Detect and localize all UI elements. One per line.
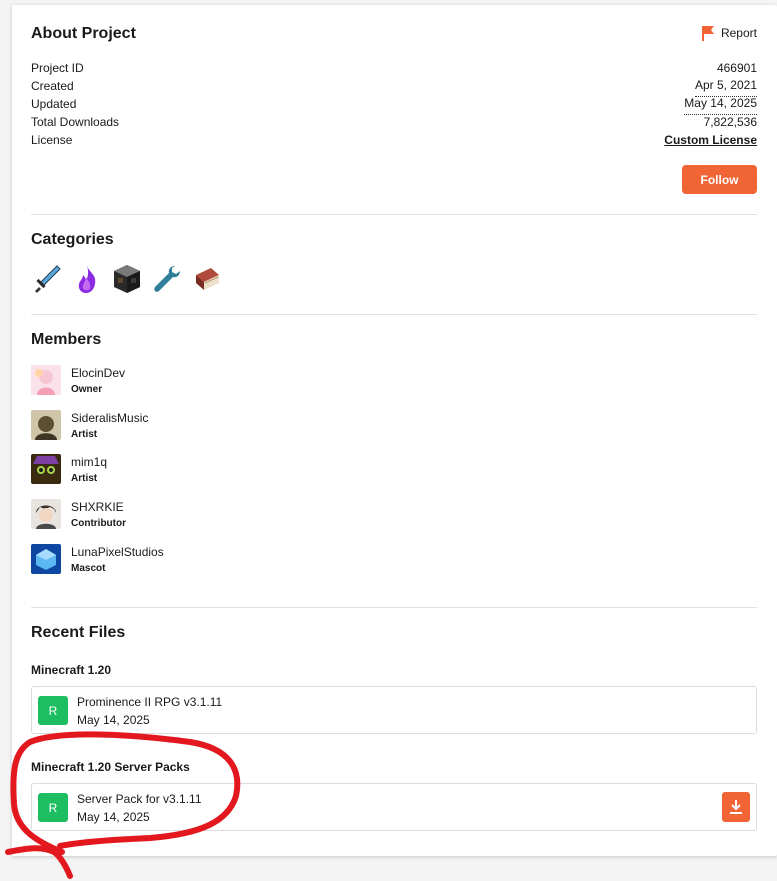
crafting-block-icon[interactable]	[111, 263, 143, 295]
member-name: LunaPixelStudios	[71, 544, 164, 559]
release-badge: R	[38, 793, 68, 822]
avatar	[31, 499, 61, 529]
flag-icon	[701, 26, 714, 41]
release-badge: R	[38, 696, 68, 725]
info-label: Created	[31, 79, 74, 93]
download-icon	[730, 800, 742, 814]
download-button[interactable]	[722, 792, 750, 822]
file-date: May 14, 2025	[77, 810, 150, 824]
sword-icon[interactable]	[31, 263, 63, 295]
file-card[interactable]: R Prominence II RPG v3.1.11 May 14, 2025	[31, 686, 757, 734]
wrench-icon[interactable]	[151, 263, 183, 295]
members-title: Members	[31, 331, 102, 348]
license-link[interactable]: Custom License	[664, 133, 757, 151]
info-label: Updated	[31, 97, 77, 111]
info-label: Total Downloads	[31, 115, 120, 129]
member-role: Contributor	[71, 517, 126, 529]
report-button[interactable]: Report	[701, 25, 757, 41]
member-name: ElocinDev	[71, 365, 126, 380]
file-card[interactable]: R Server Pack for v3.1.11 May 14, 2025	[31, 783, 757, 831]
file-group-title: Minecraft 1.20 Server Packs	[31, 760, 190, 774]
about-project-title: About Project	[31, 25, 136, 42]
info-row-project-id: Project ID 466901	[31, 61, 757, 79]
info-row-created: Created Apr 5, 2021	[31, 79, 757, 97]
follow-button[interactable]: Follow	[682, 165, 757, 194]
member-name: SideralisMusic	[71, 410, 149, 425]
member-shxrkie[interactable]: SHXRKIE Contributor	[31, 497, 126, 531]
info-label: Project ID	[31, 61, 84, 75]
divider	[31, 607, 757, 608]
member-name: SHXRKIE	[71, 499, 124, 514]
info-row-license: License Custom License	[31, 133, 757, 151]
info-label: License	[31, 133, 73, 147]
book-icon[interactable]	[191, 263, 223, 295]
avatar	[31, 454, 61, 484]
report-label: Report	[720, 26, 757, 40]
member-role: Owner	[71, 383, 103, 395]
info-value: 466901	[716, 61, 757, 75]
member-role: Artist	[71, 472, 98, 484]
recent-files-title: Recent Files	[31, 624, 126, 641]
member-sideralismusic[interactable]: SideralisMusic Artist	[31, 408, 148, 442]
info-value: 7,822,536	[703, 115, 757, 129]
member-elocindev[interactable]: ElocinDev Owner	[31, 363, 125, 397]
created-date[interactable]: Apr 5, 2021	[694, 79, 757, 97]
file-name[interactable]: Server Pack for v3.1.11	[77, 792, 202, 806]
member-role: Mascot	[71, 562, 106, 574]
info-row-total-downloads: Total Downloads 7,822,536	[31, 115, 757, 133]
member-name: mim1q	[71, 454, 108, 469]
file-name[interactable]: Prominence II RPG v3.1.11	[77, 695, 222, 709]
about-project-panel: About Project Report Project ID 466901 C…	[12, 5, 777, 856]
divider	[31, 314, 757, 315]
file-group-title: Minecraft 1.20	[31, 663, 112, 677]
info-row-updated: Updated May 14, 2025	[31, 97, 757, 115]
category-icons	[31, 263, 223, 295]
avatar	[31, 544, 61, 574]
member-lunapixelstudios[interactable]: LunaPixelStudios Mascot	[31, 542, 164, 576]
divider	[31, 214, 757, 215]
file-date: May 14, 2025	[77, 713, 150, 727]
avatar	[31, 410, 61, 440]
categories-title: Categories	[31, 231, 114, 248]
updated-date[interactable]: May 14, 2025	[684, 97, 757, 115]
purple-flame-icon[interactable]	[71, 263, 103, 295]
member-mim1q[interactable]: mim1q Artist	[31, 452, 107, 486]
member-role: Artist	[71, 428, 98, 440]
avatar	[31, 365, 61, 395]
